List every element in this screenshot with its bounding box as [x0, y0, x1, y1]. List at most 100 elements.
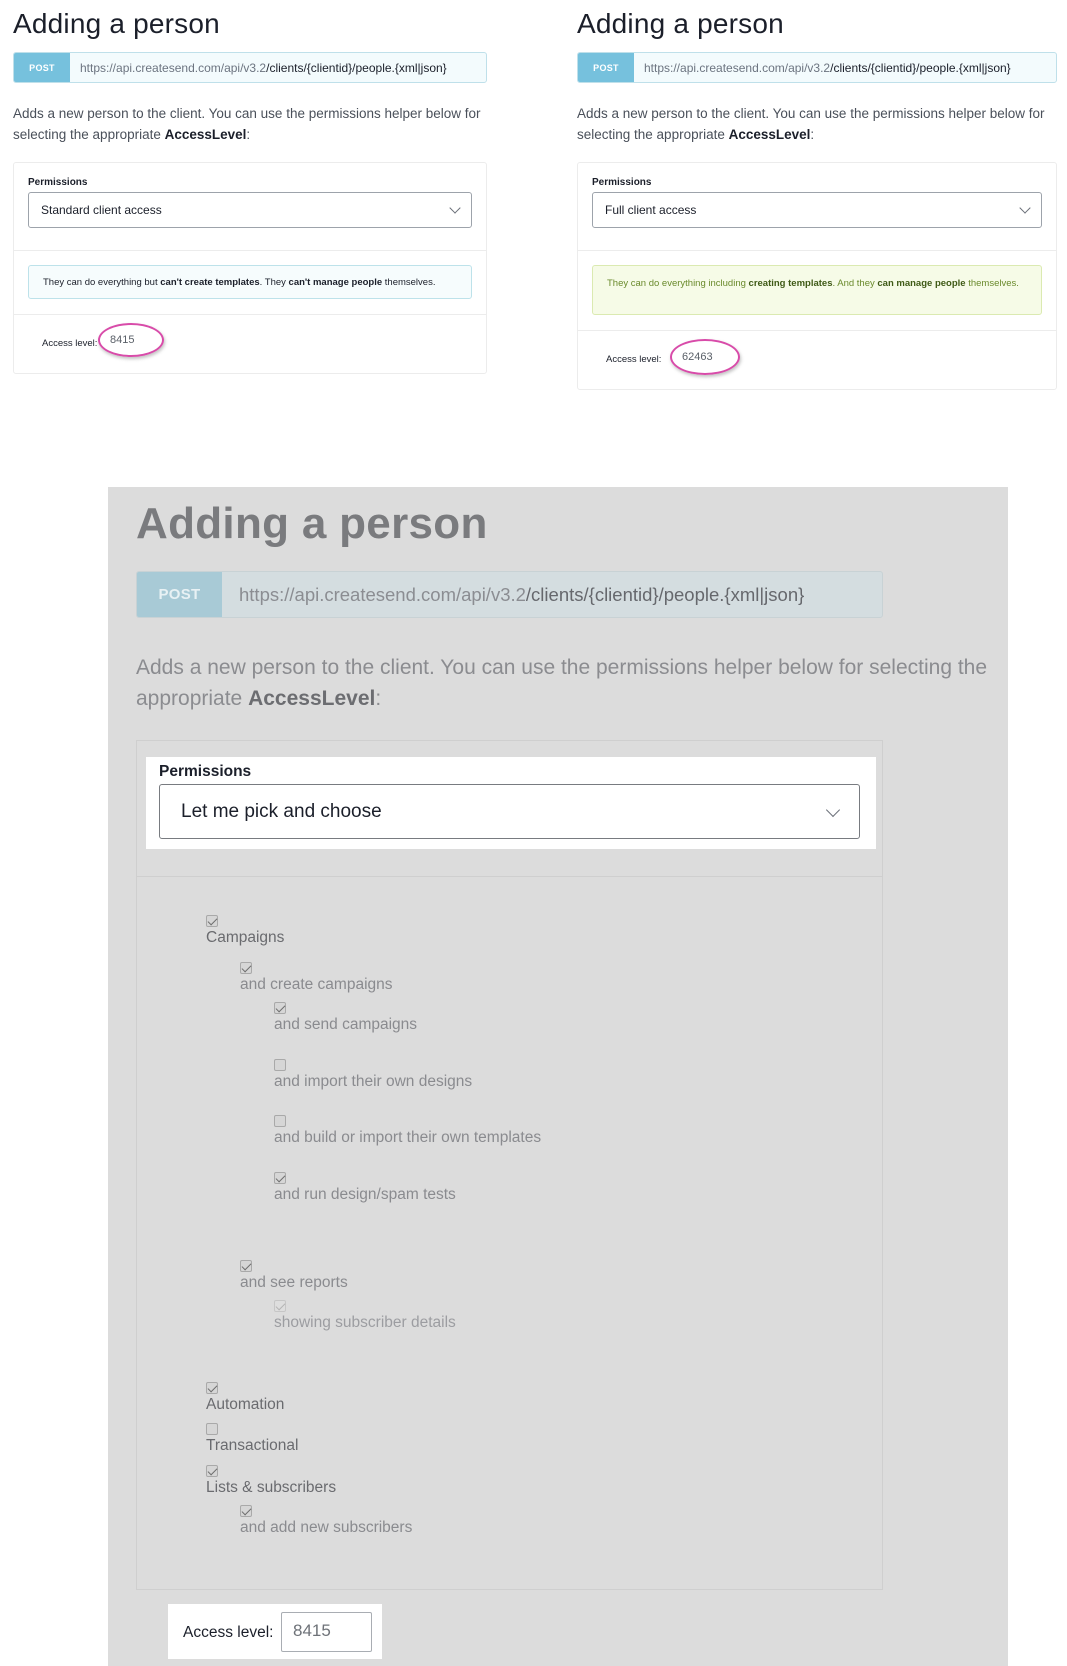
permissions-select-value: Standard client access [41, 203, 162, 217]
access-level-label: Access level: [42, 338, 98, 349]
endpoint-bar: POST https://api.createsend.com/api/v3.2… [136, 571, 883, 618]
checkbox[interactable] [206, 1465, 218, 1477]
access-level-row: Access level: 8415 [14, 315, 486, 373]
checkbox[interactable] [240, 1505, 252, 1517]
checkbox-label: Campaigns [206, 929, 285, 946]
permissions-helper [136, 740, 883, 1590]
checkbox-label: Lists & subscribers [206, 1479, 337, 1496]
permissions-select[interactable]: Full client access [592, 192, 1042, 228]
checkbox[interactable] [274, 1059, 286, 1071]
method-badge: POST [578, 53, 634, 82]
permission-add-subscribers[interactable]: and add new subscribers [240, 1505, 412, 1537]
checkbox[interactable] [240, 962, 252, 974]
permission-create-campaigns[interactable]: and create campaigns [240, 962, 393, 994]
access-level-value[interactable]: 62463 [682, 351, 713, 363]
divider [136, 876, 883, 877]
description-end: : [810, 127, 815, 142]
permission-design-spam-tests[interactable]: and run design/spam tests [274, 1172, 456, 1204]
permissions-success-message: They can do everything including creatin… [592, 265, 1042, 315]
page-title: Adding a person [13, 8, 220, 39]
message-text: They can do everything but [43, 277, 161, 288]
permission-subscriber-details[interactable]: showing subscriber details [274, 1300, 456, 1332]
permissions-info-message: They can do everything but can't create … [28, 265, 472, 299]
access-level-value[interactable]: 8415 [110, 334, 134, 346]
url-base: https://api.createsend.com/api/v3.2 [239, 583, 526, 605]
checkbox[interactable] [274, 1300, 286, 1312]
permissions-highlight: Permissions Let me pick and choose [146, 757, 876, 849]
url-path: /clients/{clientid}/people.{xml|json} [266, 60, 447, 75]
permissions-select[interactable]: Let me pick and choose [159, 784, 860, 839]
checkbox-label: Transactional [206, 1437, 299, 1454]
description-end: : [246, 127, 251, 142]
access-level-highlight: Access level: 8415 [168, 1604, 382, 1659]
message-emphasis: can manage people [877, 278, 966, 289]
endpoint-url: https://api.createsend.com/api/v3.2/clie… [634, 53, 1011, 82]
checkbox-label: and send campaigns [274, 1016, 418, 1033]
description: Adds a new person to the client. You can… [13, 103, 487, 145]
message-text: themselves. [382, 277, 436, 288]
access-level-term: AccessLevel [164, 127, 247, 142]
message-emphasis: can't create templates [160, 277, 260, 288]
permission-import-designs[interactable]: and import their own designs [274, 1059, 472, 1091]
permission-automation[interactable]: Automation [206, 1382, 284, 1414]
access-level-term: AccessLevel [248, 687, 376, 710]
url-base: https://api.createsend.com/api/v3.2 [644, 60, 831, 75]
checkbox-label: and import their own designs [274, 1073, 473, 1090]
message-emphasis: can't manage people [288, 277, 383, 288]
message-text: . And they [832, 278, 878, 289]
message-text: themselves. [965, 278, 1019, 289]
method-badge: POST [14, 53, 70, 82]
checkbox-label: and create campaigns [240, 976, 393, 993]
checkbox[interactable] [206, 1423, 218, 1435]
permission-see-reports[interactable]: and see reports [240, 1260, 348, 1292]
chevron-down-icon [1019, 202, 1031, 214]
permissions-label: Permissions [592, 177, 652, 188]
description-end: : [375, 687, 382, 710]
permissions-label: Permissions [28, 177, 88, 188]
page-title: Adding a person [136, 499, 488, 548]
permissions-select-value: Let me pick and choose [181, 800, 382, 822]
access-level-label: Access level: [183, 1624, 274, 1641]
permission-build-templates[interactable]: and build or import their own templates [274, 1115, 541, 1147]
checkbox-label: and see reports [240, 1274, 348, 1291]
endpoint-url: https://api.createsend.com/api/v3.2/clie… [222, 572, 804, 617]
url-path: /clients/{clientid}/people.{xml|json} [525, 583, 805, 605]
chevron-down-icon [449, 202, 461, 214]
permission-campaigns[interactable]: Campaigns [206, 915, 284, 947]
description: Adds a new person to the client. You can… [136, 652, 998, 714]
checkbox-label: showing subscriber details [274, 1314, 456, 1331]
permissions-helper: Permissions Standard client access They … [13, 162, 487, 374]
endpoint-url: https://api.createsend.com/api/v3.2/clie… [70, 53, 447, 82]
page-title: Adding a person [577, 8, 784, 39]
message-text: . They [259, 277, 289, 288]
permission-lists-subscribers[interactable]: Lists & subscribers [206, 1465, 336, 1497]
checkbox[interactable] [274, 1002, 286, 1014]
checkbox[interactable] [240, 1260, 252, 1272]
left-panel: Adding a person POST https://api.creates… [13, 0, 487, 374]
permission-transactional[interactable]: Transactional [206, 1423, 298, 1455]
permission-send-campaigns[interactable]: and send campaigns [274, 1002, 417, 1034]
message-text: They can do everything including [607, 278, 749, 289]
endpoint-bar: POST https://api.createsend.com/api/v3.2… [577, 52, 1057, 83]
bottom-panel: Adding a person POST https://api.creates… [108, 487, 1008, 1666]
method-badge: POST [137, 572, 222, 617]
checkbox-label: and run design/spam tests [274, 1186, 456, 1203]
access-level-label: Access level: [606, 354, 662, 365]
right-panel: Adding a person POST https://api.creates… [577, 0, 1057, 390]
checkbox[interactable] [206, 915, 218, 927]
access-level-field[interactable]: 8415 [281, 1612, 372, 1652]
permissions-select[interactable]: Standard client access [28, 192, 472, 228]
permissions-select-value: Full client access [605, 203, 697, 217]
message-emphasis: creating templates [748, 278, 833, 289]
checkbox[interactable] [274, 1172, 286, 1184]
checkbox-label: and build or import their own templates [274, 1129, 542, 1146]
checkbox-label: and add new subscribers [240, 1519, 413, 1536]
permissions-helper: Permissions Full client access They can … [577, 162, 1057, 390]
checkbox[interactable] [274, 1115, 286, 1127]
checkbox[interactable] [206, 1382, 218, 1394]
url-base: https://api.createsend.com/api/v3.2 [80, 60, 267, 75]
permissions-label: Permissions [159, 763, 252, 780]
endpoint-bar: POST https://api.createsend.com/api/v3.2… [13, 52, 487, 83]
access-level-term: AccessLevel [728, 127, 811, 142]
access-level-row: Access level: 62463 [578, 331, 1056, 389]
